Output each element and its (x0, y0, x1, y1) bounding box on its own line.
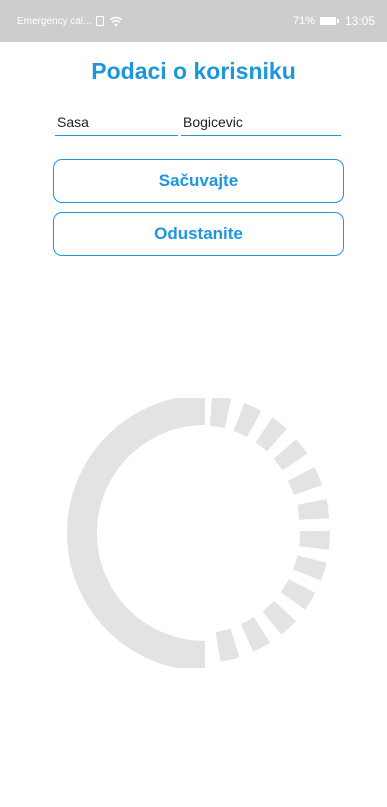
app-screen: Emergency cal... 71% 13:05 Podaci o kori… (0, 0, 387, 807)
first-name-field (55, 109, 180, 136)
battery-icon (319, 17, 339, 25)
wifi-icon (110, 16, 123, 26)
sim-card-icon (96, 16, 105, 26)
status-bar: Emergency cal... 71% 13:05 (0, 0, 387, 42)
page-title: Podaci o korisniku (91, 58, 296, 84)
loading-spinner-icon (67, 398, 330, 668)
cancel-button[interactable]: Odustanite (53, 212, 344, 256)
clock-time: 13:05 (344, 14, 375, 28)
status-bar-left: Emergency cal... (17, 16, 123, 27)
first-name-input[interactable] (55, 109, 180, 135)
save-button[interactable]: Sačuvajte (53, 159, 344, 203)
last-name-input[interactable] (181, 109, 343, 135)
carrier-text: Emergency cal... (17, 15, 92, 27)
battery-percent: 71% (292, 15, 315, 27)
status-bar-right: 71% 13:05 (293, 14, 375, 28)
last-name-field (181, 109, 343, 136)
